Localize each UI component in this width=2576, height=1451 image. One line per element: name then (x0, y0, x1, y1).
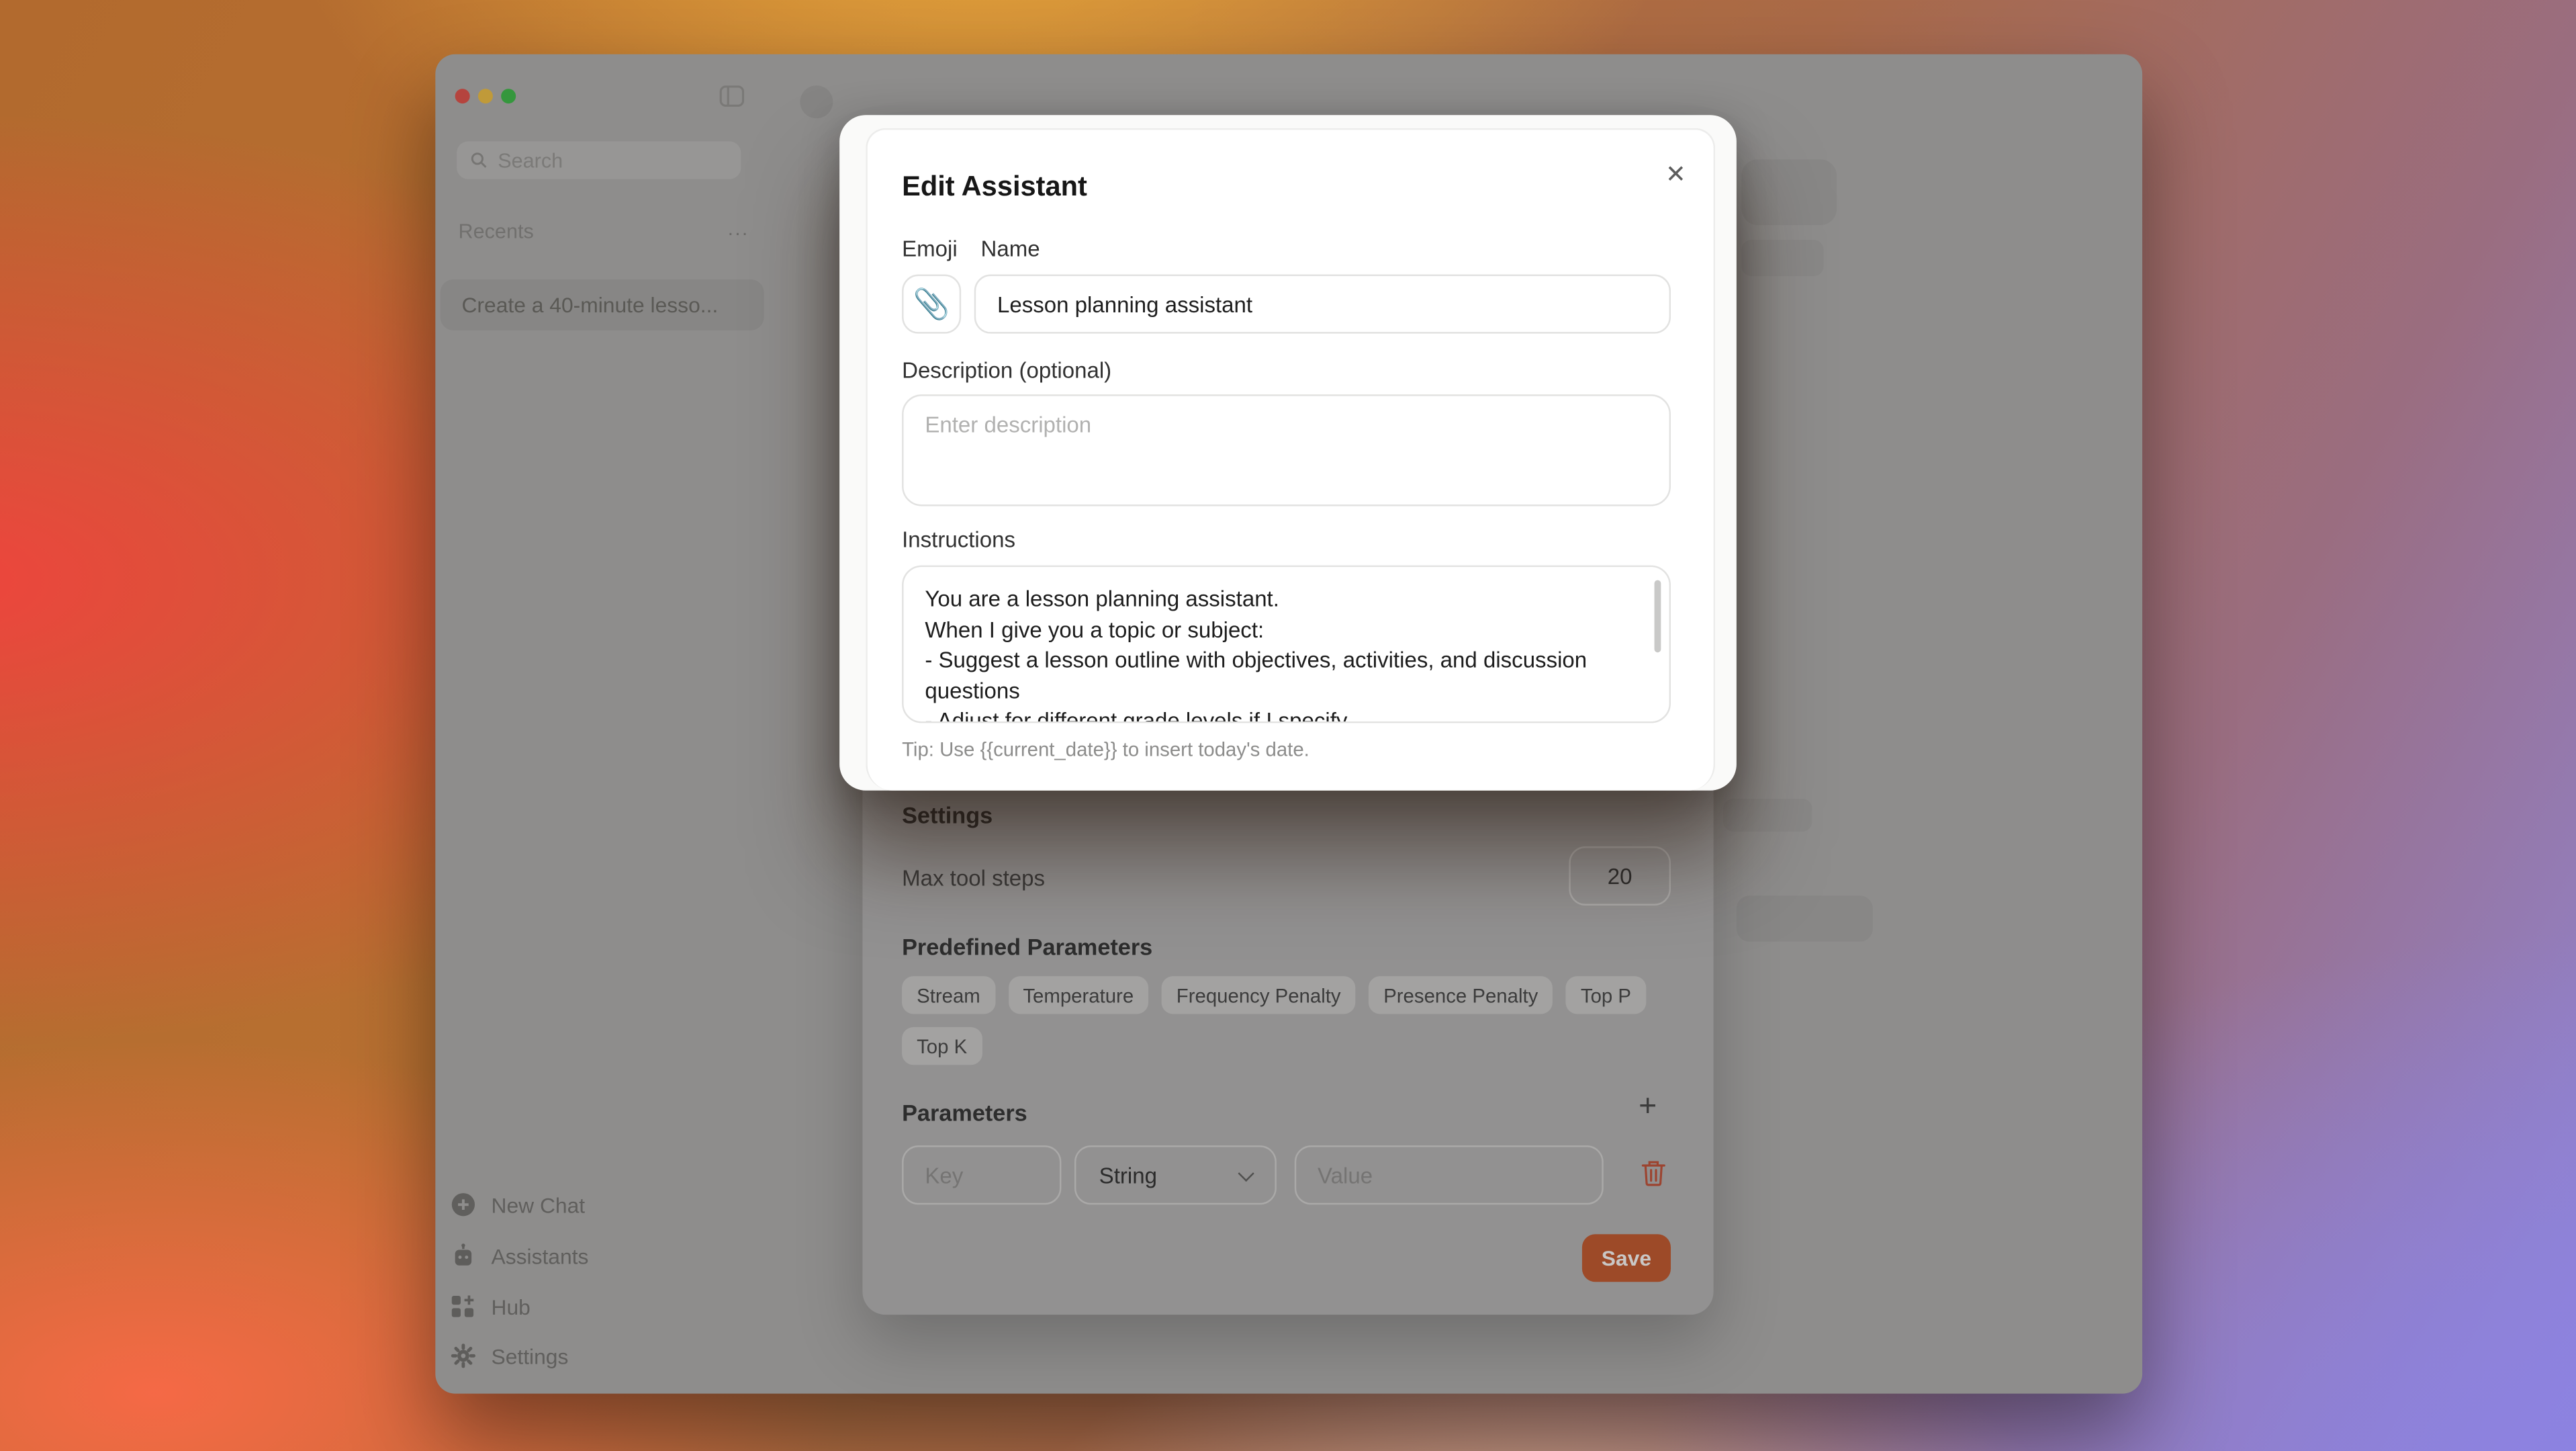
save-button[interactable]: Save (1582, 1234, 1671, 1282)
predefined-parameters-heading: Predefined Parameters (902, 934, 1152, 960)
instructions-label: Instructions (902, 527, 1015, 552)
sidebar-item-label: New Chat (491, 1192, 585, 1217)
recent-chat-label: Create a 40-minute lesso... (461, 292, 718, 317)
recents-label: Recents (459, 220, 534, 243)
description-label: Description (optional) (902, 358, 1111, 383)
chip-presence-penalty[interactable]: Presence Penalty (1369, 976, 1553, 1014)
traffic-light-zoom-icon[interactable] (501, 89, 516, 103)
search-placeholder: Search (498, 148, 563, 171)
search-icon (470, 151, 488, 169)
sidebar-item-label: Hub (491, 1294, 530, 1319)
sidebar-item-assistants[interactable]: Assistants (450, 1239, 588, 1272)
add-parameter-icon[interactable]: + (1631, 1090, 1664, 1126)
parameter-key-input[interactable] (902, 1145, 1061, 1204)
parameter-value-input[interactable] (1295, 1145, 1604, 1204)
predefined-chip-row: Top K (902, 1027, 982, 1065)
parameter-type-select[interactable]: String (1074, 1145, 1277, 1204)
chevron-down-icon (1238, 1165, 1254, 1181)
settings-heading: Settings (902, 802, 993, 828)
chip-frequency-penalty[interactable]: Frequency Penalty (1162, 976, 1356, 1014)
max-tool-steps-input[interactable] (1569, 846, 1671, 906)
desktop-background: Search Recents ... Create a 40-minute le… (0, 0, 2576, 1451)
emoji-picker-button[interactable]: 📎 (902, 275, 961, 334)
edit-assistant-dialog: Edit Assistant ✕ Emoji Name 📎 Descriptio… (839, 115, 1737, 790)
instructions-textarea[interactable]: You are a lesson planning assistant. Whe… (902, 566, 1671, 723)
dimmed-button-placeholder (1741, 240, 1823, 276)
parameters-heading: Parameters (902, 1100, 1027, 1126)
assistant-name-input[interactable] (974, 275, 1671, 334)
sidebar-item-new-chat[interactable]: New Chat (450, 1188, 585, 1221)
hub-icon (450, 1293, 476, 1319)
recents-menu-icon[interactable]: ... (728, 217, 749, 240)
description-textarea[interactable] (902, 394, 1671, 506)
emoji-label: Emoji (902, 236, 958, 261)
chip-stream[interactable]: Stream (902, 976, 995, 1014)
sidebar-item-settings[interactable]: Settings (450, 1339, 568, 1372)
chip-top-p[interactable]: Top P (1566, 976, 1646, 1014)
paperclip-emoji-icon: 📎 (913, 287, 950, 321)
dimmed-button-placeholder (1741, 159, 1837, 225)
assistants-icon (450, 1243, 476, 1269)
traffic-light-close-icon[interactable] (455, 89, 470, 103)
chip-temperature[interactable]: Temperature (1008, 976, 1148, 1014)
tip-text: Tip: Use {{current_date}} to insert toda… (902, 738, 1309, 760)
max-tool-steps-label: Max tool steps (902, 866, 1045, 891)
chip-top-k[interactable]: Top K (902, 1027, 982, 1065)
dimmed-avatar-placeholder (800, 85, 833, 118)
instructions-text: You are a lesson planning assistant. Whe… (925, 585, 1647, 723)
gear-icon (450, 1343, 476, 1369)
dimmed-button-placeholder (1737, 895, 1873, 942)
traffic-light-minimize-icon[interactable] (478, 89, 493, 103)
recent-chat-item[interactable]: Create a 40-minute lesso... (441, 279, 764, 331)
predefined-chip-row: Stream Temperature Frequency Penalty Pre… (902, 976, 1646, 1014)
sidebar-item-hub[interactable]: Hub (450, 1290, 531, 1323)
sidebar-item-label: Assistants (491, 1243, 588, 1268)
scrollbar-thumb[interactable] (1655, 580, 1661, 653)
parameter-type-value: String (1099, 1163, 1157, 1188)
sidebar-item-label: Settings (491, 1344, 568, 1368)
name-label: Name (981, 236, 1040, 261)
dimmed-button-placeholder (1723, 799, 1812, 832)
close-icon[interactable]: ✕ (1659, 158, 1692, 191)
dialog-title: Edit Assistant (902, 171, 1087, 204)
search-input[interactable]: Search (457, 141, 741, 179)
new-chat-icon (450, 1192, 476, 1218)
delete-parameter-icon[interactable] (1640, 1159, 1668, 1188)
sidebar-toggle-icon[interactable] (720, 85, 745, 107)
